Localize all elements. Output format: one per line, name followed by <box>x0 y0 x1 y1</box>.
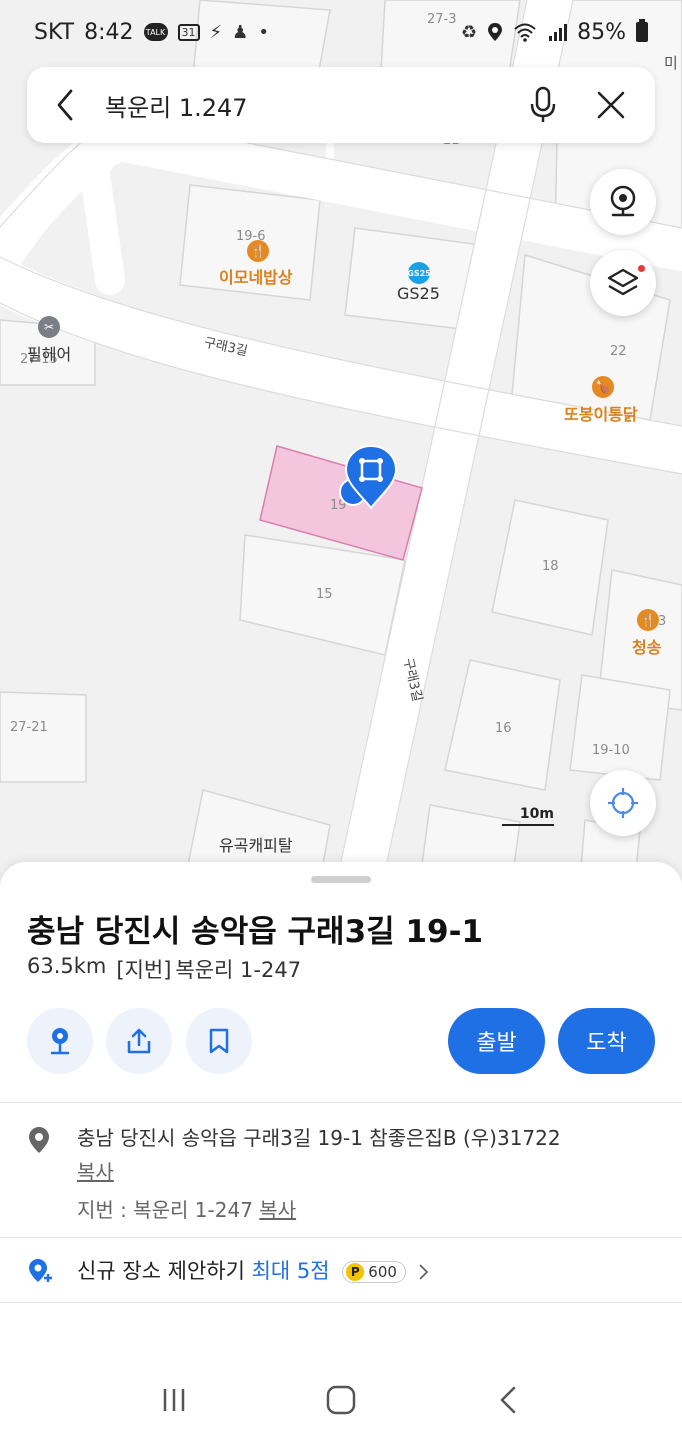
notification-dot <box>638 265 645 272</box>
poi-label[interactable]: 유곡캐피탈 <box>219 832 293 856</box>
app-icon: ♟ <box>232 21 249 43</box>
distance-label: 63.5km <box>27 954 107 978</box>
lot-label: 19-10 <box>592 743 630 758</box>
calendar-31-icon: 31 <box>177 23 200 41</box>
jibun-tag: [지번] <box>116 958 172 982</box>
suggest-text: 신규 장소 제안하기 최대 5점 P 600 <box>77 1255 431 1285</box>
battery-level: 85% <box>577 19 626 45</box>
jibun-value: 복운리 1-247 <box>175 958 302 982</box>
street-view-button[interactable] <box>27 1008 93 1074</box>
bookmark-icon <box>209 1028 229 1054</box>
signal-icon <box>549 24 568 41</box>
suggest-place-row[interactable]: 신규 장소 제안하기 최대 5점 P 600 <box>0 1238 682 1302</box>
bookmark-button[interactable] <box>186 1008 252 1074</box>
poi-label[interactable]: 청송 <box>632 634 661 658</box>
arrive-button[interactable]: 도착 <box>558 1008 655 1074</box>
wifi-icon <box>514 23 536 42</box>
my-location-button[interactable] <box>590 770 656 836</box>
location-pin-icon[interactable] <box>336 442 400 512</box>
depart-button[interactable]: 출발 <box>448 1008 545 1074</box>
back-nav-icon[interactable] <box>478 1370 538 1430</box>
scale-bar <box>502 824 554 826</box>
back-icon[interactable] <box>49 85 81 125</box>
nav-icon: ⚡ <box>209 21 223 43</box>
lot-label: 27-21 <box>10 720 48 735</box>
poi-label[interactable]: 이모네밥상 <box>219 264 293 288</box>
recycle-icon: ♻ <box>460 21 478 43</box>
add-place-icon <box>29 1259 52 1282</box>
status-bar: SKT 8:42 TALK 31 ⚡ ♟ • ♻ 85% <box>0 0 682 64</box>
battery-icon <box>636 19 648 42</box>
street-view-icon <box>50 1028 70 1055</box>
road-address: 충남 당진시 송악읍 구래3길 19-1 참좋은집B (우)31722 <box>77 1126 561 1150</box>
place-subtitle: 63.5km [지번] 복운리 1-247 <box>27 954 301 984</box>
lot-label: 18 <box>542 559 559 574</box>
points-badge: P 600 <box>342 1261 406 1283</box>
point-coin-icon: P <box>346 1263 365 1281</box>
poi-label[interactable]: GS25 <box>397 284 440 303</box>
talk-icon: TALK <box>143 23 168 41</box>
divider <box>0 1302 682 1303</box>
close-icon[interactable] <box>591 85 631 125</box>
lot-label: 15 <box>316 587 333 602</box>
search-bar[interactable]: 복운리 1.247 <box>27 67 655 143</box>
lot-label: 22 <box>610 344 627 359</box>
carrier-label: SKT <box>34 19 75 45</box>
location-icon <box>29 1127 49 1153</box>
mic-icon[interactable] <box>523 85 563 125</box>
recents-icon[interactable] <box>144 1370 204 1430</box>
street-view-button[interactable] <box>590 169 656 235</box>
home-icon[interactable] <box>311 1370 371 1430</box>
poi-label[interactable]: 또봉이통닭 <box>564 401 638 425</box>
location-icon <box>488 23 503 41</box>
poi-label[interactable]: 필헤어 <box>27 341 71 365</box>
copy-road-address-link[interactable]: 복사 <box>77 1156 114 1185</box>
scale-label: 10m <box>519 806 554 822</box>
lot-label: 3 <box>658 614 667 629</box>
max-points-label: 최대 5점 <box>251 1259 330 1283</box>
place-detail-sheet: 충남 당진시 송악읍 구래3길 19-1 63.5km [지번] 복운리 1-2… <box>0 862 682 1440</box>
street-view-icon <box>610 185 636 217</box>
search-query[interactable]: 복운리 1.247 <box>105 88 523 123</box>
map-scale: 10m <box>502 806 554 826</box>
restaurant-icon[interactable]: 🍴 <box>247 240 269 262</box>
share-button[interactable] <box>106 1008 172 1074</box>
gs25-icon[interactable]: GS25 <box>407 262 431 284</box>
sheet-drag-handle[interactable] <box>311 876 371 883</box>
salon-icon[interactable]: ✂ <box>38 316 60 338</box>
share-icon <box>127 1028 151 1054</box>
system-nav-bar <box>0 1360 682 1440</box>
time-label: 8:42 <box>84 19 134 45</box>
crosshair-icon <box>608 788 638 818</box>
place-title: 충남 당진시 송악읍 구래3길 19-1 <box>27 914 484 950</box>
points-value: 600 <box>368 1263 397 1281</box>
layers-icon <box>607 268 639 296</box>
copy-jibun-link[interactable]: 복사 <box>259 1198 296 1222</box>
suggest-label: 신규 장소 제안하기 <box>77 1259 245 1283</box>
chicken-icon[interactable]: 🍗 <box>592 376 614 398</box>
dot-icon: • <box>258 21 269 43</box>
restaurant-icon[interactable]: 🍴 <box>637 609 659 631</box>
layers-button[interactable] <box>590 250 656 316</box>
jibun-address-text: 지번 : 복운리 1-247 <box>77 1198 253 1222</box>
jibun-address: 지번 : 복운리 1-247 복사 <box>77 1194 296 1223</box>
chevron-right-icon <box>418 1264 428 1280</box>
lot-label: 16 <box>495 721 512 736</box>
divider <box>0 1102 682 1103</box>
